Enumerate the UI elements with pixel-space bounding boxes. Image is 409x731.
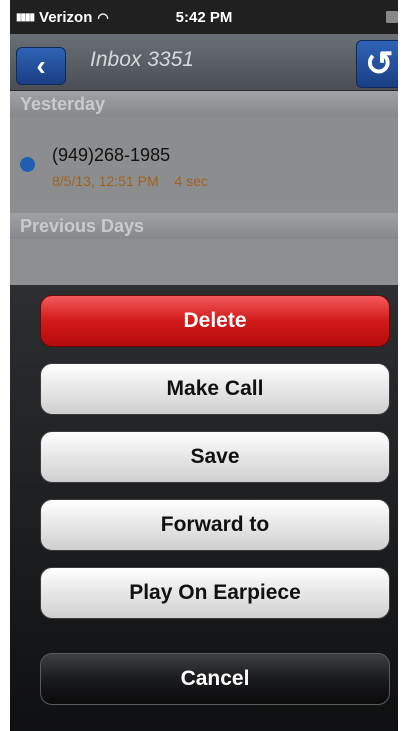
unread-dot-icon	[20, 157, 35, 172]
back-arrow-icon: ‹	[36, 50, 46, 81]
status-time: 5:42 PM	[175, 9, 233, 26]
list-item[interactable]: (949)268-1985 8/5/13, 12:51 PM 4 sec	[10, 117, 398, 207]
cancel-button[interactable]: Cancel	[40, 653, 390, 705]
section-header-previous-days: Previous Days	[10, 213, 398, 239]
refresh-icon: ↺	[365, 45, 394, 83]
back-button[interactable]: ‹	[16, 47, 66, 85]
play-on-earpiece-button[interactable]: Play On Earpiece	[40, 567, 390, 619]
phone-screen: ▮▮▮▮ Verizon ◠ 5:42 PM ‹ Inbox 3351 ↺ Ye…	[10, 0, 398, 731]
call-duration: 4 sec	[174, 173, 208, 189]
delete-button[interactable]: Delete	[40, 295, 390, 347]
nav-bar: ‹ Inbox 3351 ↺	[10, 34, 398, 91]
status-bar: ▮▮▮▮ Verizon ◠ 5:42 PM	[10, 0, 398, 34]
page-title: Inbox 3351	[90, 48, 194, 71]
call-datetime: 8/5/13, 12:51 PM	[52, 173, 159, 189]
section-header-yesterday: Yesterday	[10, 91, 398, 117]
refresh-button[interactable]: ↺	[356, 40, 398, 88]
caller-number: (949)268-1985	[52, 145, 171, 165]
save-button[interactable]: Save	[40, 431, 390, 483]
voicemail-list: Yesterday (949)268-1985 8/5/13, 12:51 PM…	[10, 91, 398, 285]
call-meta: 8/5/13, 12:51 PM 4 sec	[52, 173, 208, 189]
forward-to-button[interactable]: Forward to	[40, 499, 390, 551]
battery-icon	[386, 11, 398, 23]
make-call-button[interactable]: Make Call	[40, 363, 390, 415]
action-sheet: Delete Make Call Save Forward to Play On…	[10, 285, 398, 731]
